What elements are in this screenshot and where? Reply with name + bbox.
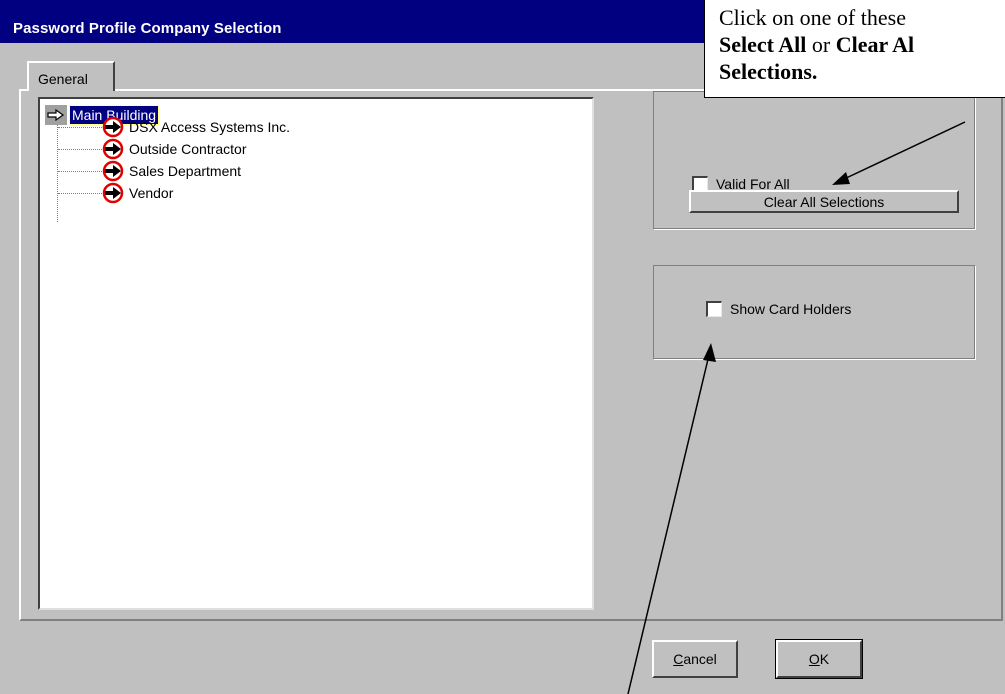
company-tree-view[interactable]: Main Building DSX Access Systems Inc. Ou…	[38, 97, 594, 610]
red-circle-arrow-icon	[102, 160, 124, 182]
tree-item-label: Sales Department	[129, 163, 242, 179]
callout-line-1: Click on one of these	[719, 5, 906, 30]
cancel-button[interactable]: Cancel	[652, 640, 738, 678]
cancel-mnemonic: C	[673, 651, 684, 667]
tree-connector	[58, 170, 102, 172]
tab-general[interactable]: General	[27, 61, 115, 91]
ok-button[interactable]: OK	[775, 639, 863, 679]
red-circle-arrow-icon	[102, 182, 124, 204]
clear-all-selections-button[interactable]: Clear All Selections	[689, 190, 959, 213]
show-card-holders-label: Show Card Holders	[730, 301, 852, 317]
tree-item-label: DSX Access Systems Inc.	[129, 119, 291, 135]
ok-mnemonic: O	[808, 651, 820, 667]
callout-line-3: Selections.	[719, 58, 1005, 85]
red-circle-arrow-icon	[102, 138, 124, 160]
callout-or: or	[806, 32, 836, 57]
tree-item-label: Outside Contractor	[129, 141, 247, 157]
tree-item-vendor[interactable]: Vendor	[58, 182, 173, 204]
window-title: Password Profile Company Selection	[13, 20, 282, 37]
clear-all-selections-label: Clear All Selections	[763, 193, 885, 210]
callout-selections: Selections.	[719, 59, 818, 84]
tree-connector	[58, 126, 102, 128]
dialog-window: Password Profile Company Selection Gener…	[0, 0, 1005, 694]
callout-select-all: Select All	[719, 32, 807, 57]
show-card-holders-checkbox[interactable]: Show Card Holders	[706, 301, 851, 317]
callout-line-2: Select All or Clear Al	[719, 31, 1005, 58]
tree-item-label: Vendor	[129, 185, 174, 201]
tree-item-dsx-access-systems[interactable]: DSX Access Systems Inc.	[58, 116, 290, 138]
callout-clear-all: Clear Al	[835, 32, 915, 57]
checkbox-box[interactable]	[706, 301, 722, 317]
instruction-callout: Click on one of these Select All or Clea…	[704, 0, 1005, 98]
cancel-label: ancel	[683, 651, 717, 667]
tree-connector	[58, 192, 102, 194]
tree-connector	[58, 148, 102, 150]
ok-label: K	[819, 651, 830, 667]
tree-item-outside-contractor[interactable]: Outside Contractor	[58, 138, 247, 160]
red-circle-arrow-icon	[102, 116, 124, 138]
tree-item-sales-department[interactable]: Sales Department	[58, 160, 241, 182]
tab-general-label: General	[38, 71, 88, 87]
